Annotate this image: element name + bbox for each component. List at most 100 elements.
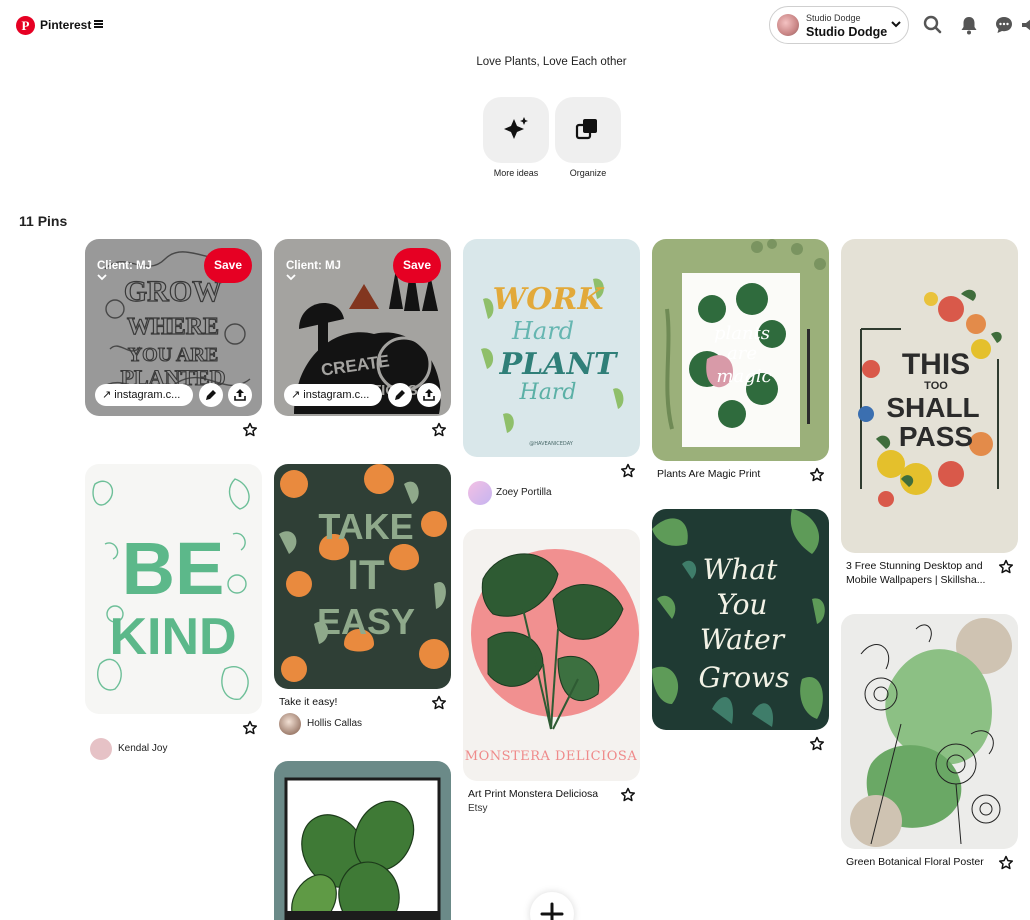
svg-text:BE: BE — [122, 527, 225, 610]
svg-text:TOO: TOO — [924, 380, 948, 392]
svg-text:plants: plants — [714, 323, 770, 344]
chevron-down-icon — [891, 21, 901, 28]
board-select-label: Client: MJ — [286, 260, 341, 272]
svg-text:magic: magic — [716, 366, 771, 387]
svg-text:PASS: PASS — [899, 421, 973, 452]
organize-label: Organize — [569, 168, 607, 178]
pinterest-logo-icon[interactable]: P — [16, 16, 35, 35]
pin-count: 11 Pins — [19, 213, 68, 229]
pin-grow-where-you-are-planted[interactable]: GROW WHERE YOU ARE PLANTED Client: MJ Sa… — [85, 239, 262, 416]
svg-text:WORK: WORK — [493, 282, 606, 317]
board-select-label: Client: MJ — [97, 260, 152, 272]
svg-text:You: You — [717, 588, 768, 621]
arrow-up-right-icon: ↗ — [102, 389, 112, 401]
svg-text:MONSTERA DELICIOSA: MONSTERA DELICIOSA — [465, 749, 638, 764]
pin-image: plants are magic — [652, 239, 829, 461]
board-description: Love Plants, Love Each other — [476, 56, 627, 68]
pin-green-botanical-floral-poster[interactable] — [841, 614, 1018, 849]
svg-text:What: What — [703, 553, 779, 586]
pin-this-too-shall-pass[interactable]: THIS TOO SHALL PASS — [841, 239, 1018, 553]
account-name: Studio Dodge — [806, 25, 888, 39]
pin-source[interactable]: Etsy — [468, 803, 487, 814]
pin-title[interactable]: Green Botanical Floral Poster — [846, 855, 984, 869]
pin-title[interactable]: Take it easy! — [279, 695, 337, 709]
source-link[interactable]: ↗ instagram.c... — [284, 384, 382, 406]
save-button[interactable]: Save — [204, 248, 252, 283]
star-icon[interactable] — [620, 787, 636, 803]
star-icon[interactable] — [431, 695, 447, 711]
star-icon[interactable] — [998, 855, 1014, 871]
organize-icon — [575, 119, 597, 140]
pin-image — [841, 614, 1018, 849]
top-bar: P Pinterest Studio Dodge Studio Dodge — [0, 0, 1030, 52]
board-select-dropdown[interactable]: Client: MJ — [286, 260, 341, 282]
pin-title[interactable]: Plants Are Magic Print — [657, 467, 760, 481]
chevron-down-icon — [286, 274, 296, 281]
star-icon[interactable] — [809, 467, 825, 483]
board-select-dropdown[interactable]: Client: MJ — [97, 260, 152, 282]
pin-monstera-deliciosa[interactable]: MONSTERA DELICIOSA — [463, 529, 640, 781]
avatar[interactable] — [468, 481, 492, 505]
pin-work-hard-plant-hard[interactable]: WORK Hard PLANT Hard @HAVEANICEDAY — [463, 239, 640, 457]
share-button[interactable] — [228, 383, 252, 407]
star-icon[interactable] — [242, 720, 258, 736]
arrow-up-right-icon: ↗ — [291, 389, 301, 401]
star-icon[interactable] — [242, 422, 258, 438]
pin-image: PANTONE — [274, 761, 451, 920]
star-icon[interactable] — [809, 736, 825, 752]
speaker-icon[interactable] — [1020, 14, 1030, 36]
pin-pantone[interactable]: PANTONE — [274, 761, 451, 920]
svg-text:Hard: Hard — [519, 380, 577, 405]
star-icon[interactable] — [620, 463, 636, 479]
svg-text:Water: Water — [700, 623, 786, 656]
search-icon[interactable] — [922, 14, 944, 36]
edit-button[interactable] — [199, 383, 223, 407]
messages-icon[interactable] — [993, 14, 1015, 36]
svg-text:Grows: Grows — [699, 661, 790, 694]
svg-text:EASY: EASY — [317, 601, 415, 642]
brand-name[interactable]: Pinterest — [40, 18, 91, 32]
svg-text:KIND: KIND — [109, 608, 236, 666]
pin-title[interactable]: 3 Free Stunning Desktop and Mobile Wallp… — [846, 559, 994, 587]
more-ideas-label: More ideas — [493, 168, 539, 178]
pin-plants-are-magic[interactable]: plants are magic — [652, 239, 829, 461]
pin-create-collections[interactable]: CREATE COLLECTIONS Client: MJ Save ↗ ins… — [274, 239, 451, 416]
pencil-icon — [206, 390, 216, 400]
source-link-label: instagram.c... — [303, 389, 370, 401]
pinner-name[interactable]: Zoey Portilla — [496, 487, 552, 498]
pin-image: THIS TOO SHALL PASS — [841, 239, 1018, 553]
svg-text:Hard: Hard — [511, 317, 574, 345]
more-ideas-button[interactable] — [483, 97, 549, 163]
svg-text:are: are — [727, 343, 757, 364]
share-button[interactable] — [417, 383, 441, 407]
pin-image: TAKE IT EASY — [274, 464, 451, 689]
share-icon — [234, 389, 246, 401]
star-icon[interactable] — [431, 422, 447, 438]
pin-be-kind[interactable]: BE KIND — [85, 464, 262, 714]
save-button[interactable]: Save — [393, 248, 441, 283]
account-avatar — [777, 14, 799, 36]
sparkle-icon — [504, 117, 528, 139]
add-pin-button[interactable] — [530, 892, 574, 920]
svg-text:@HAVEANICEDAY: @HAVEANICEDAY — [529, 441, 574, 447]
source-link[interactable]: ↗ instagram.c... — [95, 384, 193, 406]
pin-take-it-easy[interactable]: TAKE IT EASY — [274, 464, 451, 689]
organize-button[interactable] — [555, 97, 621, 163]
pinner-name[interactable]: Hollis Callas — [307, 718, 362, 729]
svg-text:SHALL: SHALL — [886, 392, 979, 423]
notifications-bell-icon[interactable] — [958, 14, 980, 36]
pin-title[interactable]: Art Print Monstera Deliciosa — [468, 787, 598, 801]
pin-image: MONSTERA DELICIOSA — [463, 529, 640, 781]
menu-icon[interactable] — [94, 20, 103, 28]
plus-icon — [540, 902, 564, 920]
pin-image: BE KIND — [85, 464, 262, 714]
pin-what-you-water-grows[interactable]: What You Water Grows — [652, 509, 829, 730]
avatar[interactable] — [279, 713, 301, 735]
star-icon[interactable] — [998, 559, 1014, 575]
pin-image: What You Water Grows — [652, 509, 829, 730]
edit-button[interactable] — [388, 383, 412, 407]
pinner-name[interactable]: Kendal Joy — [118, 743, 167, 754]
avatar[interactable] — [90, 738, 112, 760]
account-switcher[interactable]: Studio Dodge Studio Dodge — [769, 6, 909, 44]
svg-text:THIS: THIS — [902, 348, 970, 381]
